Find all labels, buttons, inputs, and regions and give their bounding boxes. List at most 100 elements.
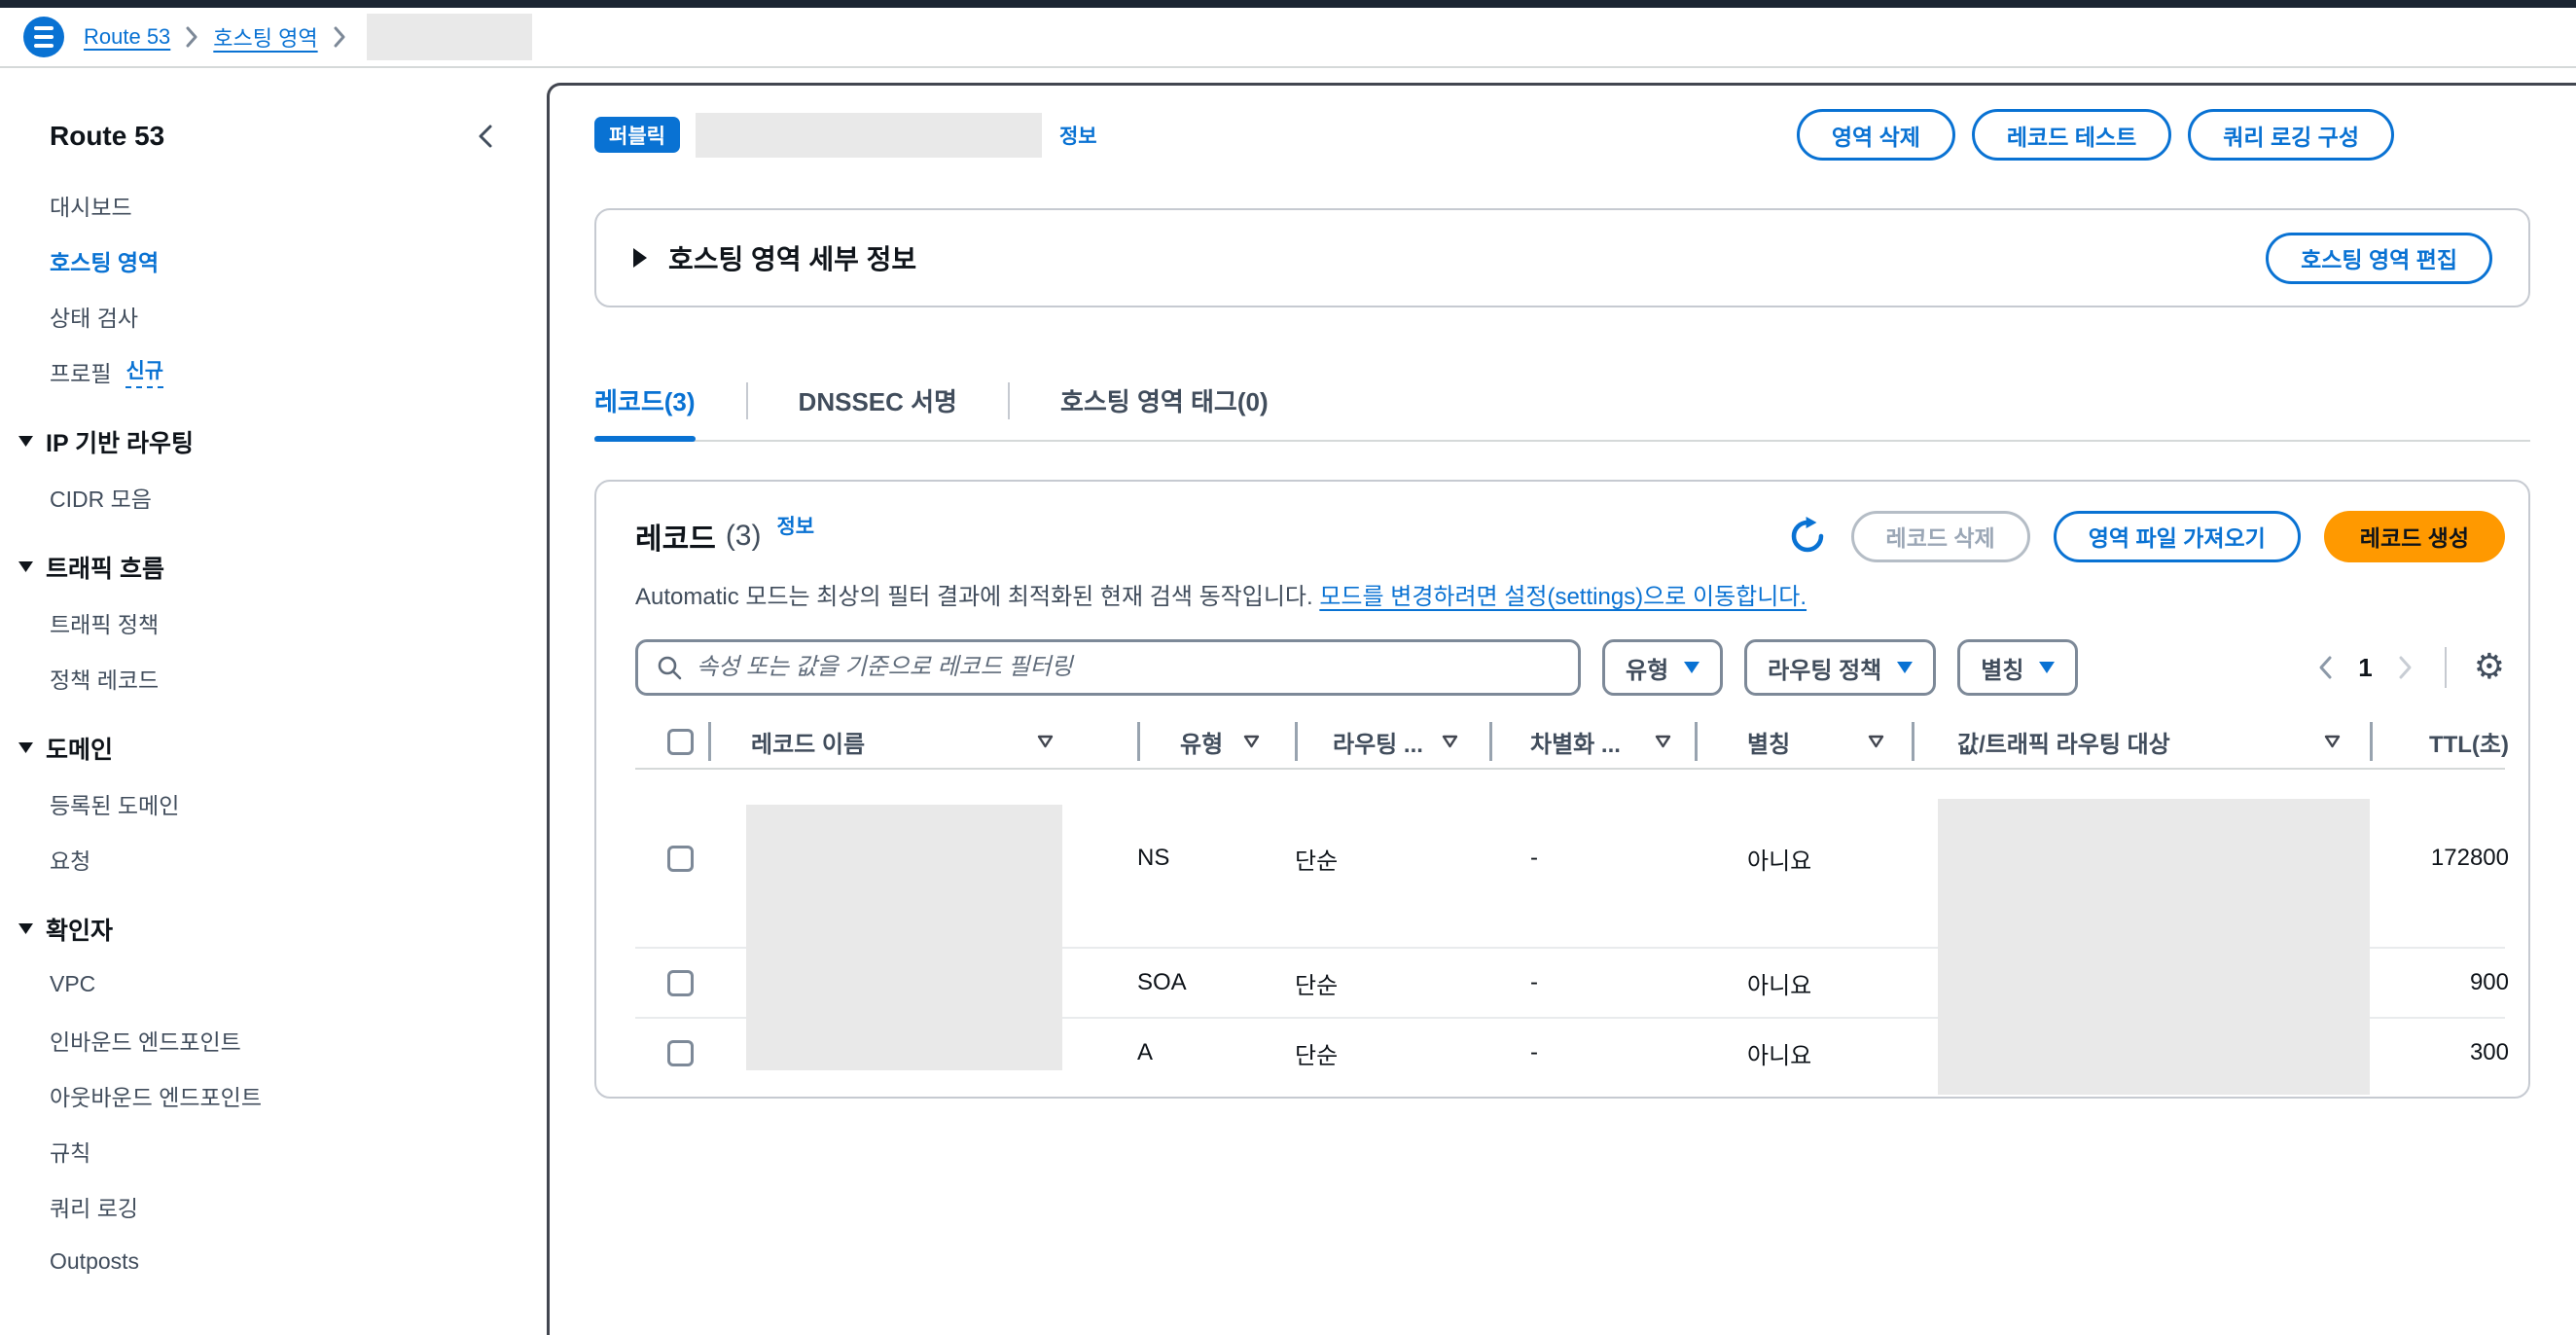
menu-icon[interactable] [23,17,64,57]
column-label: 차별화 ... [1530,725,1621,759]
ttl-cell: 300 [2370,1039,2509,1066]
zone-header: 퍼블릭 정보 영역 삭제 레코드 테스트 쿼리 로깅 구성 [594,109,2530,161]
sidebar-item-vpc[interactable]: VPC [0,956,547,1012]
tab-divider [1008,382,1010,419]
dropdown-label: 라우팅 정책 [1768,651,1881,685]
delete-zone-button[interactable]: 영역 삭제 [1797,109,1955,161]
new-badge[interactable]: 신규 [125,355,163,388]
sidebar-section-label: IP 기반 라우팅 [46,424,194,459]
caret-down-icon [18,742,33,753]
sort-icon[interactable] [1868,735,1884,748]
zone-info-link[interactable]: 정보 [1059,121,1097,150]
sort-icon[interactable] [1442,735,1458,748]
sidebar-item-profiles[interactable]: 프로필 신규 [0,343,547,399]
sidebar-item-inbound-endpoints[interactable]: 인바운드 엔드포인트 [0,1012,547,1067]
expand-right-icon[interactable] [631,248,647,268]
sidebar-item-label: 프로필 [50,355,111,388]
caret-down-icon [18,561,33,572]
tab-hosted-zone-tags[interactable]: 호스팅 영역 태그(0) [1060,382,1269,440]
record-names-redacted [746,805,1062,1070]
settings-link[interactable]: 모드를 변경하려면 설정(settings)으로 이동합니다. [1319,584,1807,610]
column-header-type[interactable]: 유형 [1137,721,1295,762]
records-header: 레코드 (3) 정보 레코드 삭제 영역 파일 가져오기 레코드 생성 [635,507,2505,565]
sidebar-section-ip-routing[interactable]: IP 기반 라우팅 [0,414,547,469]
breadcrumb: Route 53 호스팅 영역 [84,14,532,60]
row-checkbox[interactable] [667,1040,694,1066]
sort-icon[interactable] [1243,735,1260,748]
sidebar-item-outbound-endpoints[interactable]: 아웃바운드 엔드포인트 [0,1067,547,1123]
sidebar-section-traffic-flow[interactable]: 트래픽 흐름 [0,539,547,595]
sidebar-section-domains[interactable]: 도메인 [0,720,547,776]
test-records-button[interactable]: 레코드 테스트 [1972,109,2171,161]
tab-records[interactable]: 레코드(3) [594,382,696,440]
column-header-routing[interactable]: 라우팅 ... [1295,721,1489,762]
sidebar-item-query-logging[interactable]: 쿼리 로깅 [0,1178,547,1234]
breadcrumb-bar: Route 53 호스팅 영역 [0,8,2576,68]
column-label: 별칭 [1747,725,1790,759]
column-header-value[interactable]: 값/트래픽 라우팅 대상 [1912,721,2370,762]
alias-cell: 아니요 [1695,966,1912,1000]
sidebar-item-requests[interactable]: 요청 [0,831,547,886]
row-checkbox[interactable] [667,970,694,996]
record-filter-input[interactable] [697,654,1560,681]
sidebar-item-policy-records[interactable]: 정책 레코드 [0,650,547,705]
sidebar-item-rules[interactable]: 규칙 [0,1123,547,1178]
chevron-right-icon [185,26,198,48]
pagination-divider [2445,647,2447,688]
sort-icon[interactable] [2324,735,2341,748]
column-header-alias[interactable]: 별칭 [1695,721,1912,762]
sort-icon[interactable] [1655,735,1671,748]
sidebar-item-hosted-zones[interactable]: 호스팅 영역 [0,233,547,288]
column-header-differentiator[interactable]: 차별화 ... [1489,721,1695,762]
records-info-link[interactable]: 정보 [776,511,814,540]
caret-down-icon [2039,662,2055,673]
routing-policy-cell: 단순 [1295,1036,1489,1070]
breadcrumb-hosted-zones[interactable]: 호스팅 영역 [213,21,317,53]
select-all-checkbox[interactable] [667,729,694,755]
description-text: Automatic 모드는 최상의 필터 결과에 최적화된 현재 검색 동작입니… [635,584,1313,610]
create-record-button[interactable]: 레코드 생성 [2324,511,2505,562]
records-actions: 레코드 삭제 영역 파일 가져오기 레코드 생성 [1787,511,2505,562]
sidebar-item-dashboard[interactable]: 대시보드 [0,177,547,233]
edit-hosted-zone-button[interactable]: 호스팅 영역 편집 [2266,233,2492,284]
sidebar-item-outposts[interactable]: Outposts [0,1234,547,1289]
sidebar-item-health-checks[interactable]: 상태 검사 [0,288,547,343]
tab-dnssec-signing[interactable]: DNSSEC 서명 [799,382,957,440]
main-content-panel: 퍼블릭 정보 영역 삭제 레코드 테스트 쿼리 로깅 구성 호스팅 영역 세부 … [547,83,2576,1335]
column-header-record-name[interactable]: 레코드 이름 [708,721,1137,762]
refresh-button[interactable] [1787,516,1828,557]
table-settings-gear-icon[interactable]: ⚙ [2474,650,2505,685]
sidebar-item-traffic-policies[interactable]: 트래픽 정책 [0,595,547,650]
chevron-right-icon [333,26,346,48]
search-box [635,639,1581,696]
delete-record-button[interactable]: 레코드 삭제 [1851,511,2030,562]
configure-query-logging-button[interactable]: 쿼리 로깅 구성 [2188,109,2394,161]
record-type-cell: A [1137,1039,1295,1066]
sidebar-item-cidr-collections[interactable]: CIDR 모음 [0,469,547,524]
alias-filter-dropdown[interactable]: 별칭 [1957,639,2078,696]
ttl-cell: 900 [2370,969,2509,996]
sidebar-section-resolver[interactable]: 확인자 [0,901,547,956]
tabs: 레코드(3) DNSSEC 서명 호스팅 영역 태그(0) [594,382,2530,442]
column-header-ttl[interactable]: TTL(초) [2370,721,2509,762]
routing-policy-filter-dropdown[interactable]: 라우팅 정책 [1744,639,1936,696]
breadcrumb-route53[interactable]: Route 53 [84,24,170,50]
records-count: (3) [726,520,762,553]
zone-actions: 영역 삭제 레코드 테스트 쿼리 로깅 구성 [1797,109,2394,161]
sidebar-item-registered-domains[interactable]: 등록된 도메인 [0,776,547,831]
sort-icon[interactable] [1037,735,1054,748]
alias-cell: 아니요 [1695,842,1912,876]
previous-page-icon[interactable] [2317,655,2333,680]
next-page-icon[interactable] [2398,655,2414,680]
routing-policy-cell: 단순 [1295,966,1489,1000]
row-checkbox[interactable] [667,846,694,872]
ttl-cell: 172800 [2370,845,2509,872]
type-filter-dropdown[interactable]: 유형 [1602,639,1723,696]
refresh-icon [1787,516,1828,557]
caret-down-icon [1897,662,1913,673]
details-panel-title[interactable]: 호스팅 영역 세부 정보 [668,238,916,277]
sidebar-collapse-icon[interactable] [475,123,496,150]
import-zone-file-button[interactable]: 영역 파일 가져오기 [2054,511,2301,562]
breadcrumb-zone-name-redacted [367,14,532,60]
current-page[interactable]: 1 [2358,653,2372,683]
